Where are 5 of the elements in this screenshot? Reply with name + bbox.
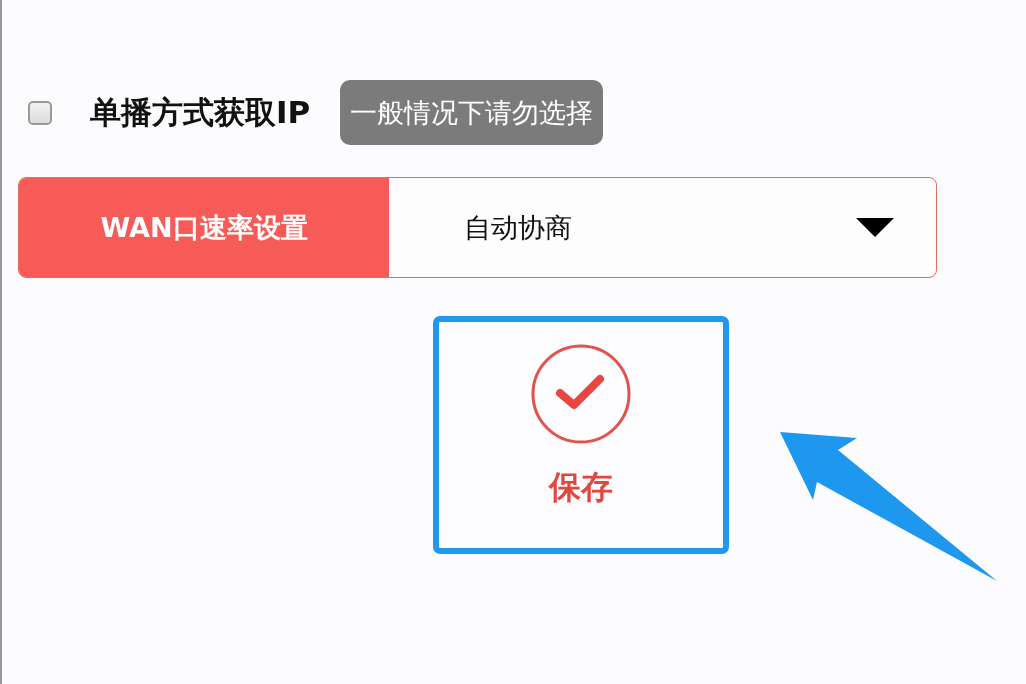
save-button[interactable]: 保存: [433, 316, 729, 554]
checkbox[interactable]: [28, 100, 52, 125]
option-label: 单播方式获取IP: [90, 92, 311, 132]
check-circle-icon: [531, 344, 631, 444]
hint-tooltip: 一般情况下请勿选择: [340, 80, 604, 145]
